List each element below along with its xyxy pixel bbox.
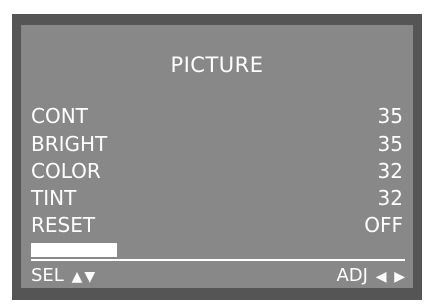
menu-item-label: COLOR <box>31 159 101 183</box>
menu-item-tint[interactable]: TINT 32 <box>31 185 403 211</box>
menu-item-value: 35 <box>377 104 403 128</box>
menu-item-value: 32 <box>377 186 403 210</box>
menu-item-label: CONT <box>31 104 88 128</box>
menu-item-label: RESET <box>31 213 96 237</box>
level-bar-fill <box>31 243 118 257</box>
osd-panel: PICTURE CONT 35 BRIGHT 35 COLOR 32 TINT … <box>21 25 413 288</box>
osd-frame: PICTURE CONT 35 BRIGHT 35 COLOR 32 TINT … <box>12 14 422 300</box>
up-arrow-icon: ▲ <box>71 269 83 285</box>
down-arrow-icon: ▼ <box>84 269 96 285</box>
footer-divider <box>31 259 405 261</box>
right-arrow-icon: ▶ <box>394 269 405 285</box>
menu-item-color[interactable]: COLOR 32 <box>31 158 403 184</box>
menu-item-value: 32 <box>377 159 403 183</box>
left-arrow-icon: ◀ <box>375 269 387 285</box>
menu-item-label: BRIGHT <box>31 132 108 156</box>
menu-item-label: TINT <box>31 186 77 210</box>
menu-item-value: 35 <box>377 132 403 156</box>
osd-footer: SEL ▲ ▼ ADJ ◀ ▶ <box>31 265 405 287</box>
adjust-hint: ADJ ◀ ▶ <box>336 265 405 288</box>
menu-item-value: OFF <box>364 213 403 237</box>
select-hint: SEL ▲ ▼ <box>31 265 95 288</box>
menu-title: PICTURE <box>170 53 264 77</box>
menu-item-cont[interactable]: CONT 35 <box>31 103 403 129</box>
level-bar[interactable] <box>31 243 211 257</box>
menu-item-bright[interactable]: BRIGHT 35 <box>31 131 403 157</box>
adjust-label: ADJ <box>336 265 368 286</box>
menu-item-reset[interactable]: RESET OFF <box>31 212 403 238</box>
select-label: SEL <box>31 265 64 286</box>
